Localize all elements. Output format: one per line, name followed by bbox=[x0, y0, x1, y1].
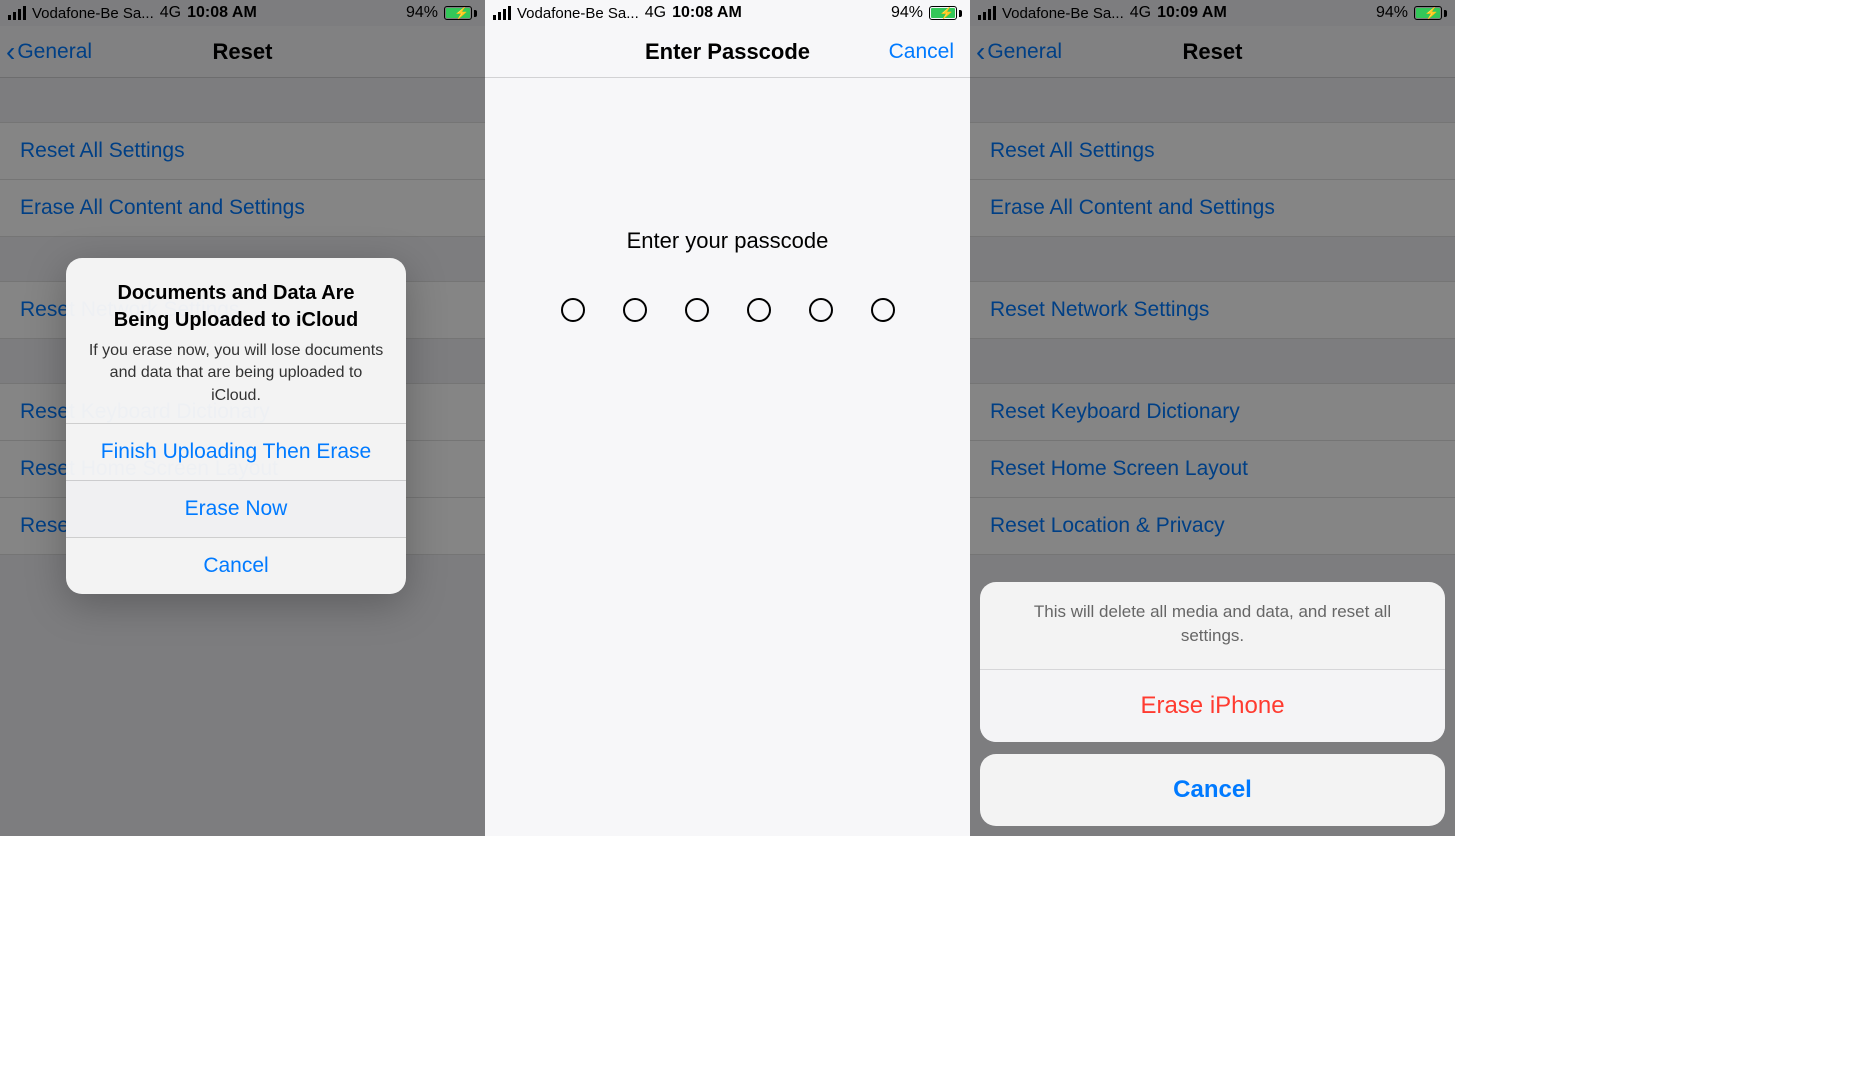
clock-label: 10:08 AM bbox=[672, 4, 742, 22]
row-reset-network[interactable]: Reset Network Settings bbox=[970, 281, 1455, 339]
page-title: Reset bbox=[213, 39, 273, 65]
settings-group-1: Reset All Settings Erase All Content and… bbox=[0, 122, 485, 237]
signal-icon bbox=[978, 6, 996, 20]
passcode-dot bbox=[685, 298, 709, 322]
erase-iphone-button[interactable]: Erase iPhone bbox=[980, 669, 1445, 742]
row-erase-all[interactable]: Erase All Content and Settings bbox=[0, 180, 485, 237]
alert-cancel-button[interactable]: Cancel bbox=[66, 537, 406, 594]
finish-uploading-button[interactable]: Finish Uploading Then Erase bbox=[66, 423, 406, 480]
back-button[interactable]: ‹ General bbox=[6, 26, 92, 77]
row-reset-home[interactable]: Reset Home Screen Layout bbox=[970, 441, 1455, 498]
status-bar: Vodafone-Be Sa... 4G 10:09 AM 94% ⚡ bbox=[970, 0, 1455, 26]
erase-now-button[interactable]: Erase Now bbox=[66, 480, 406, 537]
signal-icon bbox=[8, 6, 26, 20]
row-reset-all[interactable]: Reset All Settings bbox=[0, 122, 485, 180]
passcode-dot bbox=[623, 298, 647, 322]
clock-label: 10:09 AM bbox=[1157, 4, 1227, 22]
battery-icon: ⚡ bbox=[444, 6, 477, 20]
page-title: Enter Passcode bbox=[645, 39, 810, 65]
signal-icon bbox=[493, 6, 511, 20]
battery-percent: 94% bbox=[1376, 4, 1408, 22]
carrier-label: Vodafone-Be Sa... bbox=[32, 5, 154, 22]
row-erase-all[interactable]: Erase All Content and Settings bbox=[970, 180, 1455, 237]
row-reset-location[interactable]: Reset Location & Privacy bbox=[970, 498, 1455, 555]
row-reset-all[interactable]: Reset All Settings bbox=[970, 122, 1455, 180]
passcode-dot bbox=[871, 298, 895, 322]
back-button[interactable]: ‹ General bbox=[976, 26, 1062, 77]
page-title: Reset bbox=[1183, 39, 1243, 65]
battery-icon: ⚡ bbox=[1414, 6, 1447, 20]
battery-icon: ⚡ bbox=[929, 6, 962, 20]
settings-group-2: Reset Network Settings bbox=[970, 281, 1455, 339]
settings-group-3: Reset Keyboard Dictionary Reset Home Scr… bbox=[970, 383, 1455, 555]
screenshot-enter-passcode: Vodafone-Be Sa... 4G 10:08 AM 94% ⚡ Ente… bbox=[485, 0, 970, 836]
back-label: General bbox=[17, 40, 92, 64]
icloud-upload-alert: Documents and Data Are Being Uploaded to… bbox=[66, 258, 406, 594]
status-bar: Vodafone-Be Sa... 4G 10:08 AM 94% ⚡ bbox=[0, 0, 485, 26]
chevron-left-icon: ‹ bbox=[6, 38, 15, 66]
passcode-prompt: Enter your passcode bbox=[485, 228, 970, 254]
cancel-button[interactable]: Cancel bbox=[889, 26, 954, 77]
passcode-area: Enter your passcode bbox=[485, 78, 970, 322]
passcode-dot bbox=[809, 298, 833, 322]
screenshot-erase-action-sheet: Vodafone-Be Sa... 4G 10:09 AM 94% ⚡ ‹ Ge… bbox=[970, 0, 1455, 836]
three-screenshot-composite: Vodafone-Be Sa... 4G 10:08 AM 94% ⚡ ‹ Ge… bbox=[0, 0, 1850, 1078]
passcode-dots[interactable] bbox=[485, 298, 970, 322]
nav-bar: Enter Passcode Cancel bbox=[485, 26, 970, 78]
erase-action-sheet: This will delete all media and data, and… bbox=[980, 582, 1445, 826]
screenshot-reset-erase-alert: Vodafone-Be Sa... 4G 10:08 AM 94% ⚡ ‹ Ge… bbox=[0, 0, 485, 836]
chevron-left-icon: ‹ bbox=[976, 38, 985, 66]
back-label: General bbox=[987, 40, 1062, 64]
action-sheet-message: This will delete all media and data, and… bbox=[980, 582, 1445, 669]
network-label: 4G bbox=[1130, 4, 1151, 22]
alert-body: If you erase now, you will lose document… bbox=[88, 340, 384, 407]
status-bar: Vodafone-Be Sa... 4G 10:08 AM 94% ⚡ bbox=[485, 0, 970, 26]
action-sheet-card: This will delete all media and data, and… bbox=[980, 582, 1445, 742]
battery-percent: 94% bbox=[406, 4, 438, 22]
carrier-label: Vodafone-Be Sa... bbox=[1002, 5, 1124, 22]
clock-label: 10:08 AM bbox=[187, 4, 257, 22]
alert-header: Documents and Data Are Being Uploaded to… bbox=[66, 258, 406, 423]
network-label: 4G bbox=[645, 4, 666, 22]
passcode-dot bbox=[561, 298, 585, 322]
row-reset-keyboard[interactable]: Reset Keyboard Dictionary bbox=[970, 383, 1455, 441]
nav-bar: ‹ General Reset bbox=[970, 26, 1455, 78]
network-label: 4G bbox=[160, 4, 181, 22]
settings-group-1: Reset All Settings Erase All Content and… bbox=[970, 122, 1455, 237]
passcode-dot bbox=[747, 298, 771, 322]
carrier-label: Vodafone-Be Sa... bbox=[517, 5, 639, 22]
nav-bar: ‹ General Reset bbox=[0, 26, 485, 78]
battery-percent: 94% bbox=[891, 4, 923, 22]
action-sheet-cancel-button[interactable]: Cancel bbox=[980, 754, 1445, 826]
alert-title: Documents and Data Are Being Uploaded to… bbox=[88, 280, 384, 334]
